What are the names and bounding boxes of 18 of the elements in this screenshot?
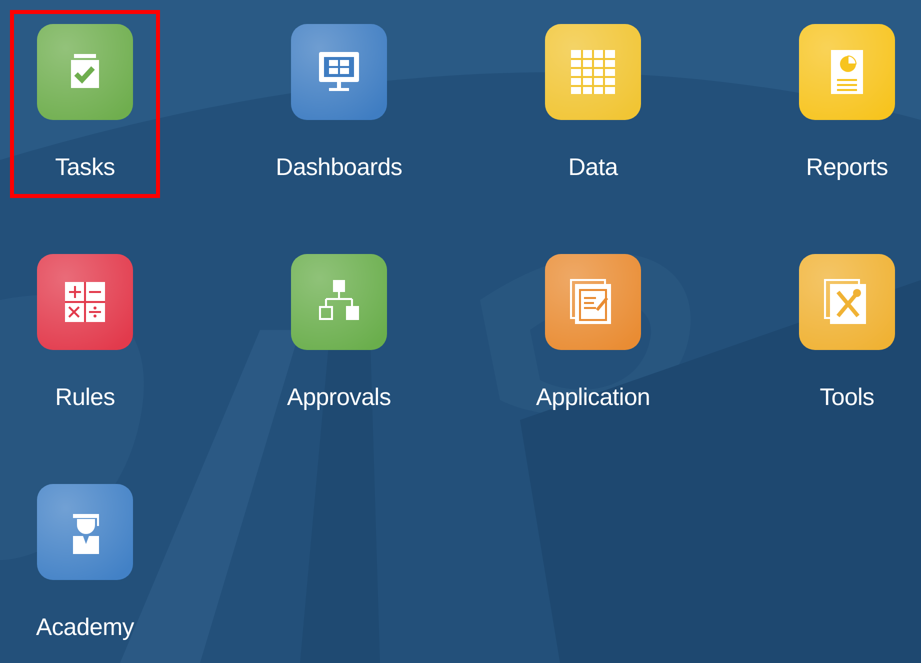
document-chart-icon xyxy=(831,50,863,94)
papers-edit-icon xyxy=(570,279,611,324)
app-tile[interactable]: Tasks xyxy=(10,10,160,198)
graduate-icon xyxy=(73,514,99,554)
app-tile[interactable]: Reports xyxy=(772,10,921,198)
calculator-icon xyxy=(64,281,106,323)
app-tile[interactable]: Dashboards xyxy=(264,10,414,198)
app-tile[interactable]: Academy xyxy=(10,470,160,658)
clipboard-check-icon xyxy=(71,54,99,88)
grid-icon xyxy=(570,49,616,95)
app-tile[interactable]: Application xyxy=(518,240,668,428)
app-tile[interactable]: Tools xyxy=(772,240,921,428)
app-tile[interactable]: Rules xyxy=(10,240,160,428)
tools-icon xyxy=(824,279,866,324)
hierarchy-icon xyxy=(319,280,359,320)
app-tile[interactable]: Approvals xyxy=(264,240,414,428)
monitor-icon xyxy=(319,52,359,91)
app-tile[interactable]: Data xyxy=(518,10,668,198)
